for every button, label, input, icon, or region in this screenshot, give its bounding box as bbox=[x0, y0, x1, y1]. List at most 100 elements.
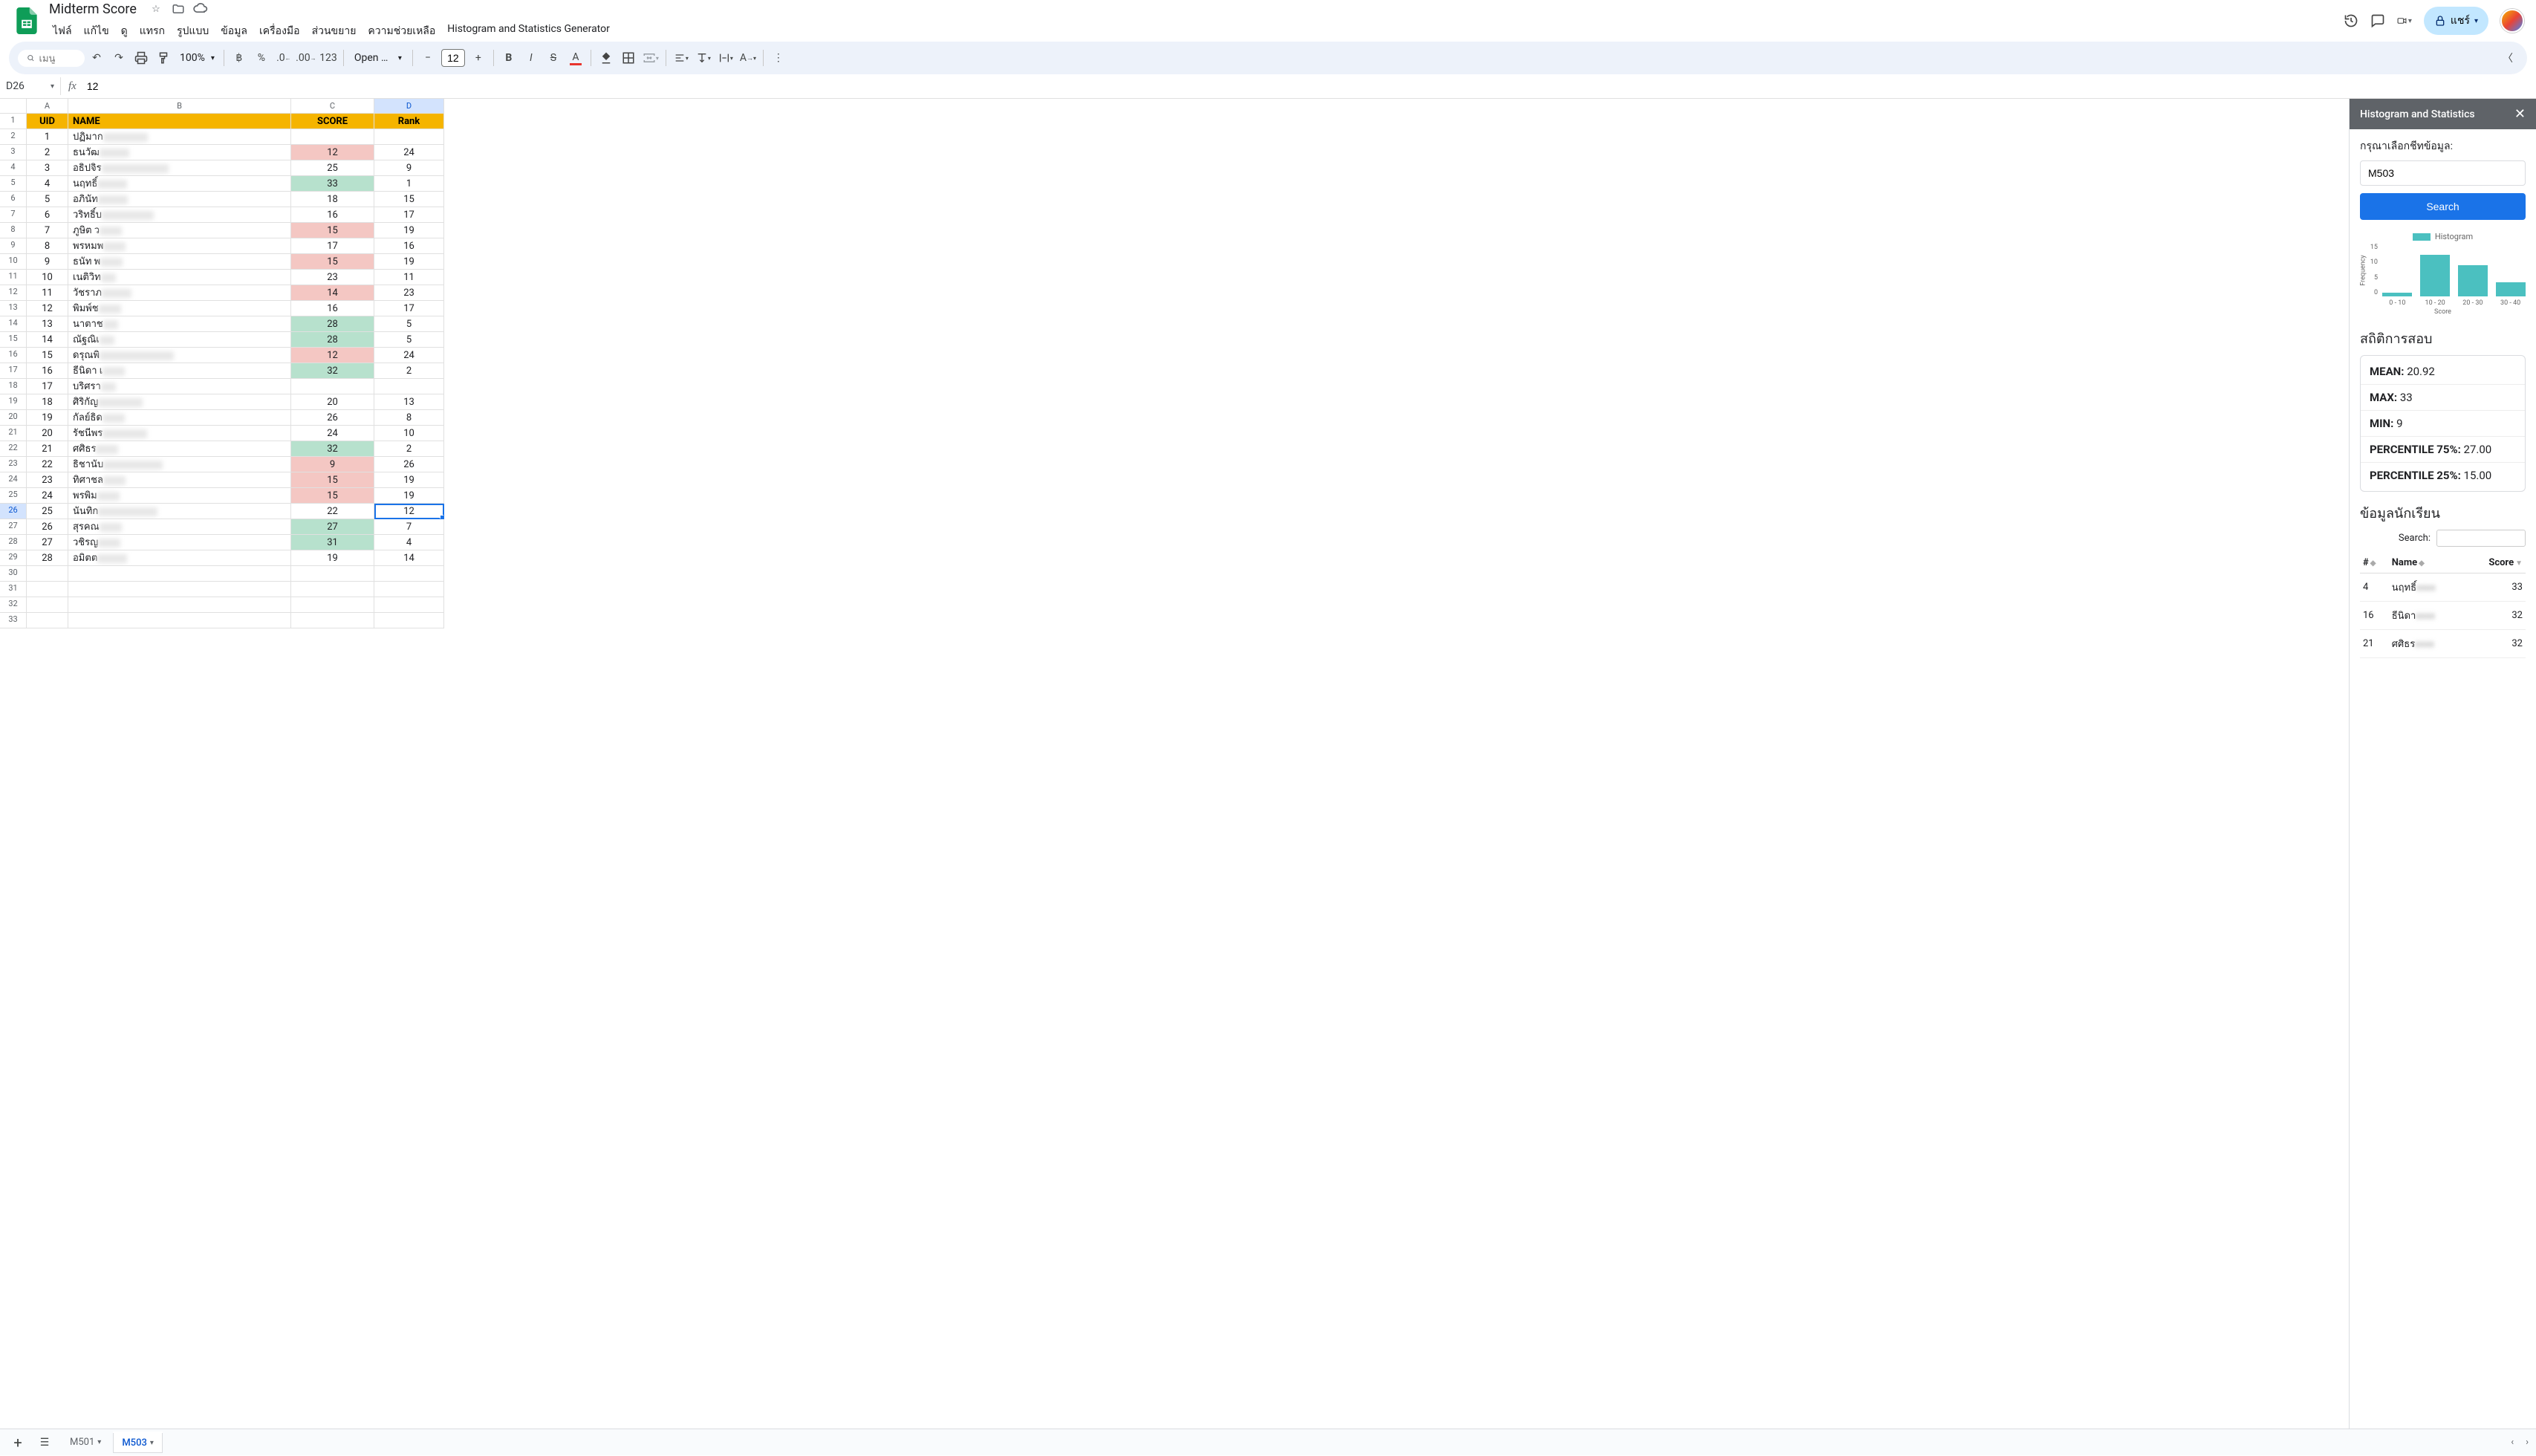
cell-A17[interactable]: 16 bbox=[27, 363, 68, 379]
cell-D31[interactable] bbox=[374, 582, 444, 597]
cell-C30[interactable] bbox=[291, 566, 374, 582]
paint-format-button[interactable] bbox=[153, 48, 174, 68]
text-color-button[interactable]: A bbox=[565, 48, 586, 68]
cell-C19[interactable]: 20 bbox=[291, 394, 374, 410]
cell-D3[interactable]: 24 bbox=[374, 145, 444, 160]
cell-D7[interactable]: 17 bbox=[374, 207, 444, 223]
cell-D14[interactable]: 5 bbox=[374, 316, 444, 332]
row-header-26[interactable]: 26 bbox=[0, 504, 27, 519]
row-header-20[interactable]: 20 bbox=[0, 410, 27, 426]
student-search-input[interactable] bbox=[2436, 530, 2526, 547]
cell-A4[interactable]: 3 bbox=[27, 160, 68, 176]
cell-D28[interactable]: 4 bbox=[374, 535, 444, 550]
user-avatar[interactable] bbox=[2500, 9, 2524, 33]
cell-A24[interactable]: 23 bbox=[27, 472, 68, 488]
cell-C15[interactable]: 28 bbox=[291, 332, 374, 348]
text-wrap-button[interactable]: ▾ bbox=[715, 48, 736, 68]
more-formats-button[interactable]: 123 bbox=[318, 48, 339, 68]
cell-A15[interactable]: 14 bbox=[27, 332, 68, 348]
header-name[interactable]: NAME bbox=[68, 114, 291, 129]
cell-B33[interactable] bbox=[68, 613, 291, 628]
fill-color-button[interactable] bbox=[596, 48, 617, 68]
row-header-31[interactable]: 31 bbox=[0, 582, 27, 597]
cell-C18[interactable] bbox=[291, 379, 374, 394]
cell-D21[interactable]: 10 bbox=[374, 426, 444, 441]
cell-B24[interactable]: ทิศาชล bbox=[68, 472, 291, 488]
vertical-align-button[interactable]: ▾ bbox=[693, 48, 714, 68]
cell-C20[interactable]: 26 bbox=[291, 410, 374, 426]
search-button[interactable]: Search bbox=[2360, 193, 2526, 220]
increase-font-button[interactable]: + bbox=[468, 48, 489, 68]
cell-C2[interactable] bbox=[291, 129, 374, 145]
font-size-input[interactable] bbox=[441, 49, 465, 67]
cell-A28[interactable]: 27 bbox=[27, 535, 68, 550]
cell-A3[interactable]: 2 bbox=[27, 145, 68, 160]
menu-insert[interactable]: แทรก bbox=[134, 20, 170, 42]
row-header-22[interactable]: 22 bbox=[0, 441, 27, 457]
cell-B25[interactable]: พรพิม bbox=[68, 488, 291, 504]
col-header-D[interactable]: D bbox=[374, 99, 444, 114]
row-header-11[interactable]: 11 bbox=[0, 270, 27, 285]
row-header-15[interactable]: 15 bbox=[0, 332, 27, 348]
cell-B31[interactable] bbox=[68, 582, 291, 597]
th-num[interactable]: #◆ bbox=[2360, 553, 2389, 573]
col-header-B[interactable]: B bbox=[68, 99, 291, 114]
percent-button[interactable]: % bbox=[251, 48, 272, 68]
row-header-17[interactable]: 17 bbox=[0, 363, 27, 379]
th-score[interactable]: Score▼ bbox=[2465, 553, 2526, 573]
cell-B17[interactable]: ธีนิดา เ bbox=[68, 363, 291, 379]
menu-search[interactable] bbox=[18, 50, 85, 67]
more-toolbar-button[interactable]: ⋮ bbox=[768, 48, 789, 68]
row-header-18[interactable]: 18 bbox=[0, 379, 27, 394]
text-rotation-button[interactable]: A→▾ bbox=[738, 48, 758, 68]
row-header-21[interactable]: 21 bbox=[0, 426, 27, 441]
cell-D25[interactable]: 19 bbox=[374, 488, 444, 504]
row-header-13[interactable]: 13 bbox=[0, 301, 27, 316]
cell-D13[interactable]: 17 bbox=[374, 301, 444, 316]
undo-button[interactable]: ↶ bbox=[86, 48, 107, 68]
cell-A11[interactable]: 10 bbox=[27, 270, 68, 285]
row-header-2[interactable]: 2 bbox=[0, 129, 27, 145]
tab-scroll-right[interactable]: › bbox=[2526, 1437, 2529, 1448]
cell-D4[interactable]: 9 bbox=[374, 160, 444, 176]
merge-cells-button[interactable]: ▾ bbox=[640, 48, 661, 68]
row-header-24[interactable]: 24 bbox=[0, 472, 27, 488]
cell-A31[interactable] bbox=[27, 582, 68, 597]
cell-D24[interactable]: 19 bbox=[374, 472, 444, 488]
cell-D23[interactable]: 26 bbox=[374, 457, 444, 472]
row-header-29[interactable]: 29 bbox=[0, 550, 27, 566]
cell-D22[interactable]: 2 bbox=[374, 441, 444, 457]
cell-C23[interactable]: 9 bbox=[291, 457, 374, 472]
cell-A19[interactable]: 18 bbox=[27, 394, 68, 410]
cell-A10[interactable]: 9 bbox=[27, 254, 68, 270]
cell-A9[interactable]: 8 bbox=[27, 238, 68, 254]
cell-D11[interactable]: 11 bbox=[374, 270, 444, 285]
all-sheets-button[interactable]: ☰ bbox=[34, 1432, 55, 1453]
cell-B5[interactable]: นฤทธิ์ bbox=[68, 176, 291, 192]
cell-B11[interactable]: เนติวิท bbox=[68, 270, 291, 285]
cell-B16[interactable]: ดรุณพิ bbox=[68, 348, 291, 363]
cell-D17[interactable]: 2 bbox=[374, 363, 444, 379]
cell-A14[interactable]: 13 bbox=[27, 316, 68, 332]
cell-B27[interactable]: สุรคณ bbox=[68, 519, 291, 535]
cell-B15[interactable]: ณัฐณิเ bbox=[68, 332, 291, 348]
cell-A27[interactable]: 26 bbox=[27, 519, 68, 535]
cell-D15[interactable]: 5 bbox=[374, 332, 444, 348]
horizontal-align-button[interactable]: ▾ bbox=[671, 48, 692, 68]
select-all-corner[interactable] bbox=[0, 99, 27, 114]
row-header-25[interactable]: 25 bbox=[0, 488, 27, 504]
meet-icon[interactable]: ▾ bbox=[2397, 13, 2412, 28]
menu-edit[interactable]: แก้ไข bbox=[79, 20, 114, 42]
cell-D32[interactable] bbox=[374, 597, 444, 613]
cell-B22[interactable]: ศศิธร bbox=[68, 441, 291, 457]
row-header-19[interactable]: 19 bbox=[0, 394, 27, 410]
cell-D30[interactable] bbox=[374, 566, 444, 582]
name-box[interactable]: D26▾ bbox=[0, 77, 61, 95]
menu-file[interactable]: ไฟล์ bbox=[48, 20, 77, 42]
row-header-33[interactable]: 33 bbox=[0, 613, 27, 628]
cell-A29[interactable]: 28 bbox=[27, 550, 68, 566]
strikethrough-button[interactable]: S bbox=[543, 48, 564, 68]
row-header-7[interactable]: 7 bbox=[0, 207, 27, 223]
menu-search-input[interactable] bbox=[39, 53, 77, 64]
student-row[interactable]: 16ธีนิดาxxxx32 bbox=[2360, 602, 2526, 630]
